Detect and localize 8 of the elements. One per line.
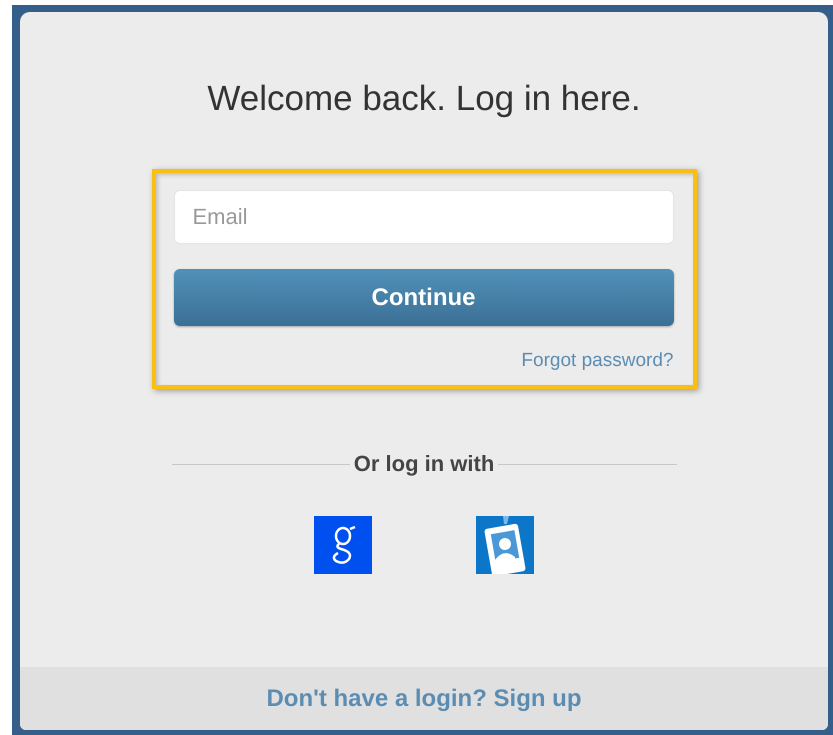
divider-label: Or log in with	[354, 451, 494, 478]
forgot-password-link[interactable]: Forgot password?	[521, 350, 674, 372]
google-icon[interactable]	[314, 516, 372, 574]
page-title: Welcome back. Log in here.	[207, 79, 641, 119]
email-field[interactable]: Email	[174, 190, 674, 244]
id-badge-icon[interactable]	[476, 516, 534, 574]
continue-button[interactable]: Continue	[174, 269, 674, 326]
sign-up-link[interactable]: Don't have a login? Sign up	[266, 684, 582, 712]
